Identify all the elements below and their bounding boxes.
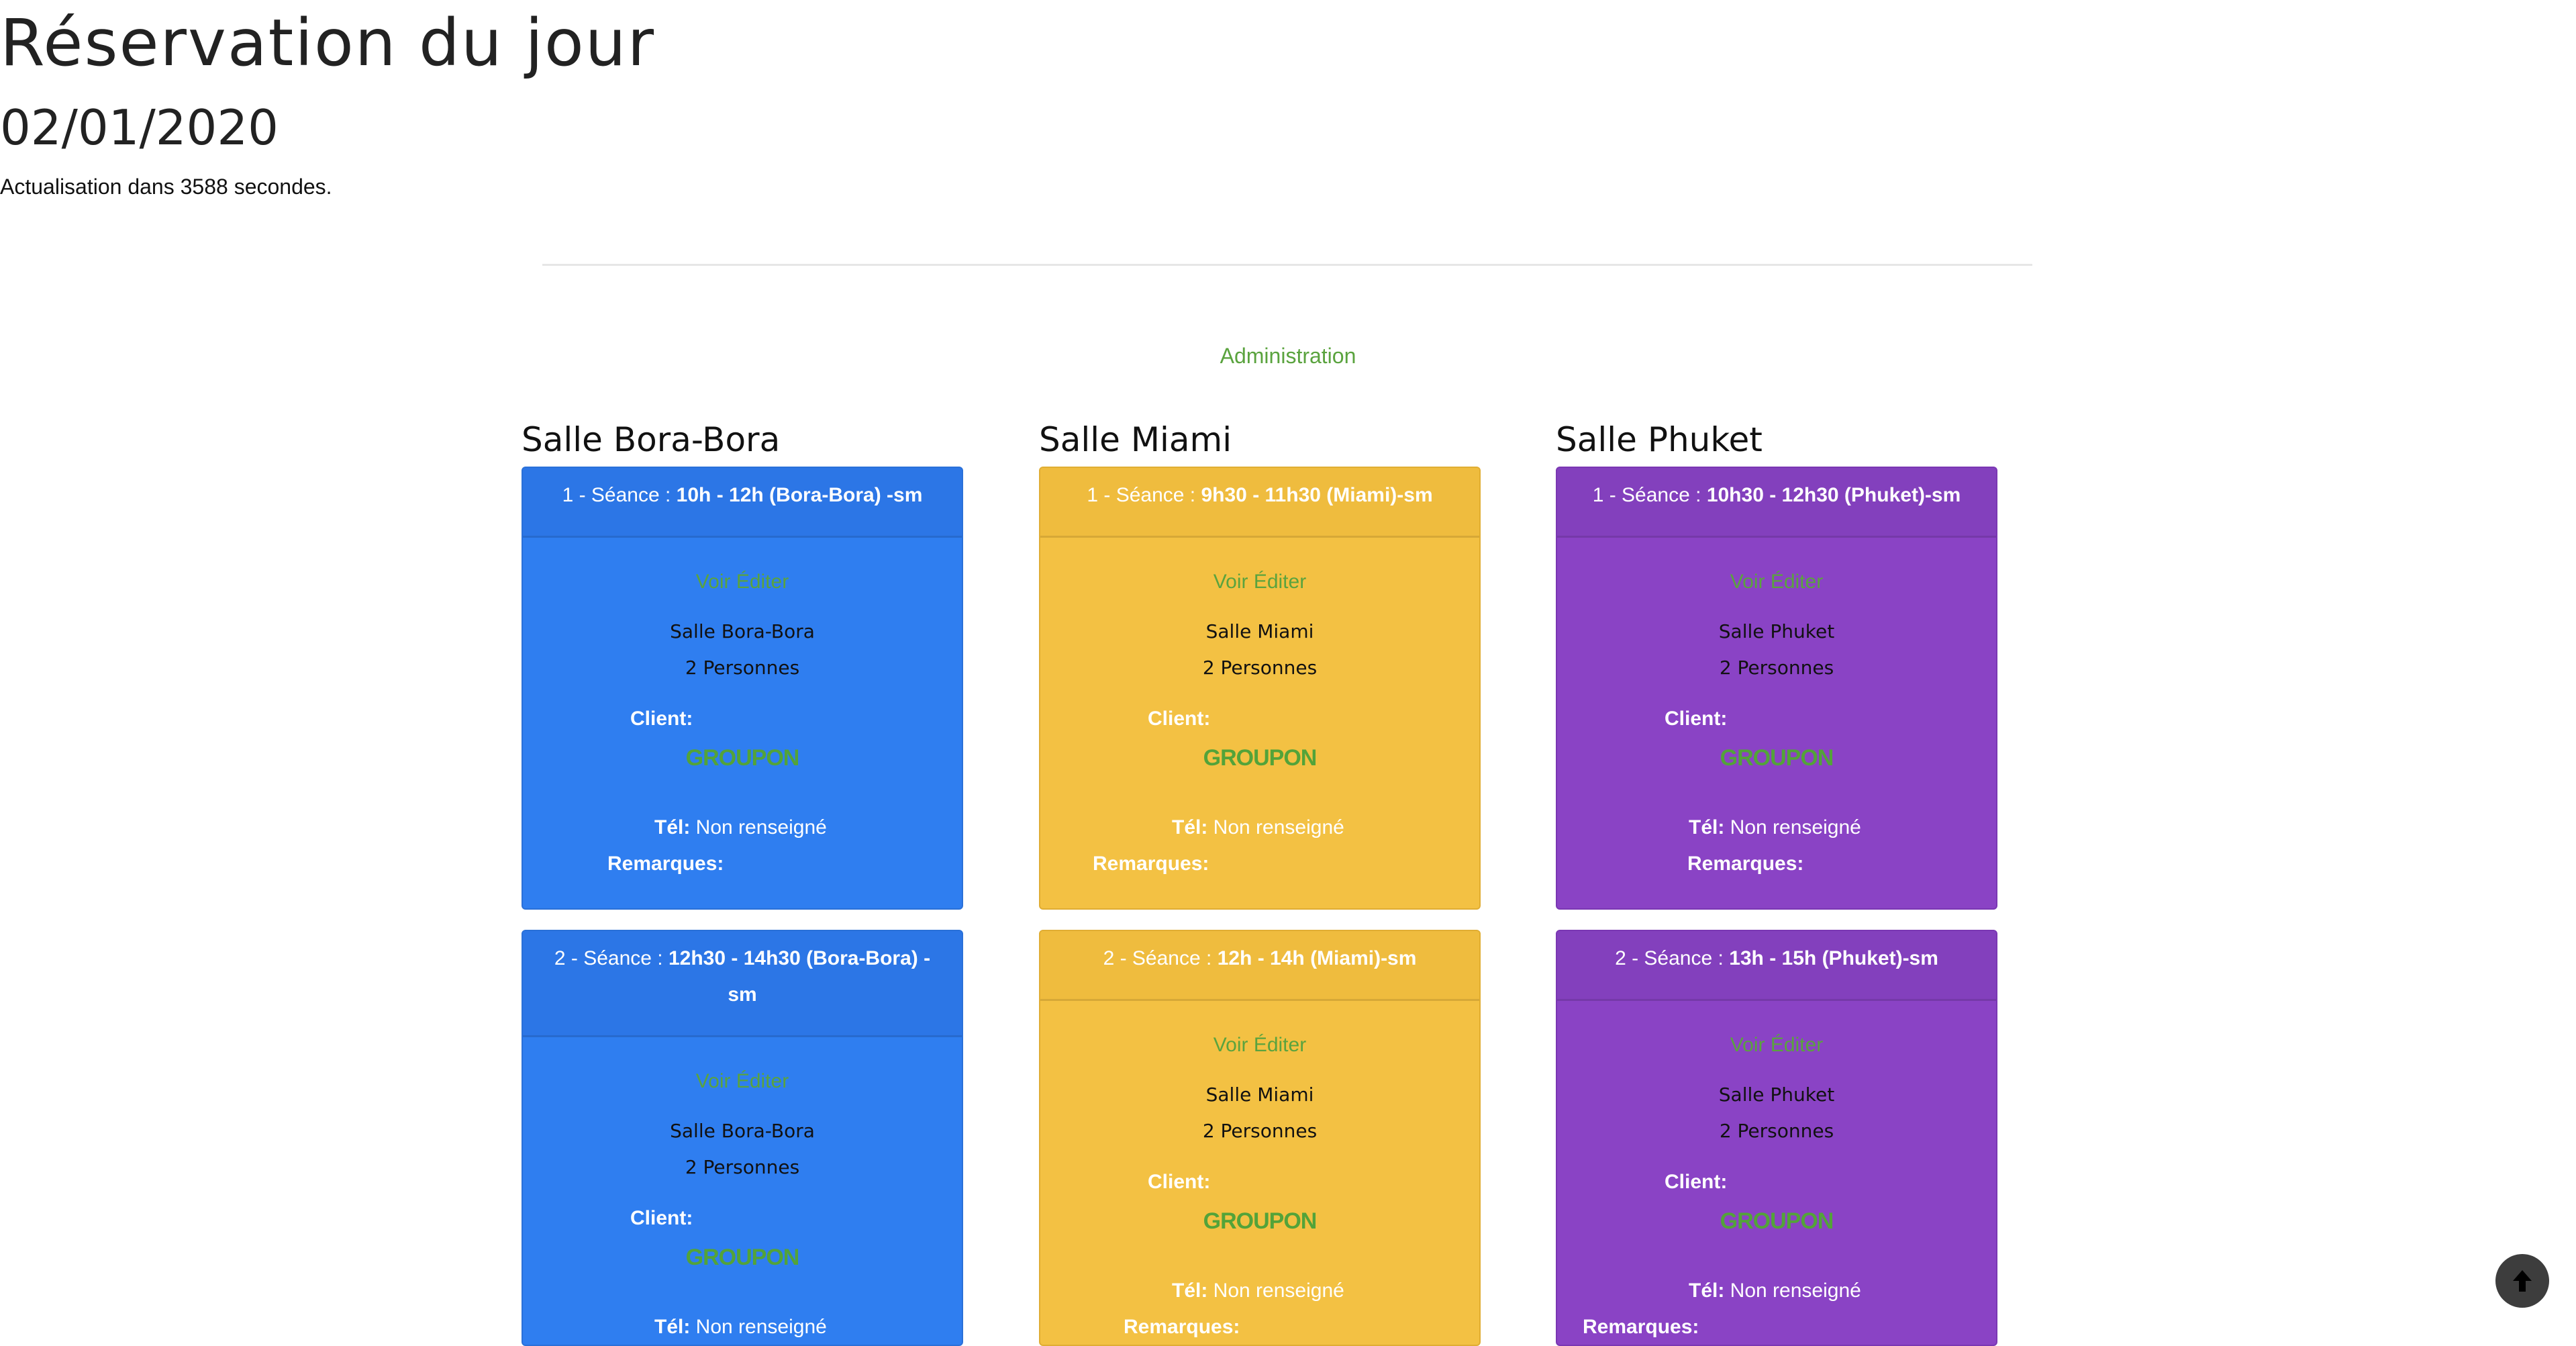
voir-editer-link[interactable]: Voir Éditer (1557, 569, 1996, 595)
session-card-bora-bora-1: 1 - Séance : 10h - 12h (Bora-Bora) -sm V… (522, 467, 963, 910)
client-label: Client: (1148, 1171, 1211, 1193)
session-room: Salle Miami (1205, 620, 1314, 642)
tel-line: Tél: Non renseigné (654, 814, 827, 841)
session-room: Salle Phuket (1718, 1084, 1835, 1106)
session-room: Salle Bora-Bora (670, 1120, 815, 1142)
groupon-logo: GROUPON (685, 745, 800, 771)
session-header: 1 - Séance : 10h30 - 12h30 (Phuket)-sm (1557, 468, 1996, 538)
session-room: Salle Miami (1205, 1084, 1314, 1106)
tel-line: Tél: Non renseigné (1172, 1278, 1344, 1304)
session-header: 1 - Séance : 10h - 12h (Bora-Bora) -sm (523, 468, 962, 538)
remarks-label: Remarques: (1687, 853, 1804, 875)
groupon-logo: GROUPON (1720, 745, 1834, 771)
client-label: Client: (630, 1207, 693, 1229)
session-card-miami-1: 1 - Séance : 9h30 - 11h30 (Miami)-sm Voi… (1039, 467, 1481, 910)
tel-line: Tél: Non renseigné (1172, 814, 1344, 841)
session-card-phuket-2: 2 - Séance : 13h - 15h (Phuket)-sm Voir … (1556, 930, 1997, 1346)
page-date: 02/01/2020 (0, 99, 279, 156)
scroll-to-top-button[interactable] (2495, 1254, 2549, 1308)
tel-value: Non renseigné (690, 816, 827, 838)
tel-line: Tél: Non renseigné (1689, 1278, 1861, 1304)
session-card-miami-2: 2 - Séance : 12h - 14h (Miami)-sm Voir É… (1039, 930, 1481, 1346)
tel-label: Tél: (654, 1316, 691, 1338)
session-prefix: 1 - Séance : (1087, 484, 1201, 506)
remarks-label: Remarques: (607, 853, 724, 875)
tel-label: Tél: (1172, 1280, 1208, 1302)
session-prefix: 1 - Séance : (562, 484, 677, 506)
voir-editer-link[interactable]: Voir Éditer (523, 569, 962, 595)
tel-label: Tél: (654, 816, 691, 838)
tel-value: Non renseigné (1207, 816, 1344, 838)
session-slot: 10h30 - 12h30 (Phuket)-sm (1706, 484, 1961, 506)
groupon-logo: GROUPON (685, 1245, 800, 1270)
voir-editer-link[interactable]: Voir Éditer (1557, 1032, 1996, 1059)
session-header: 1 - Séance : 9h30 - 11h30 (Miami)-sm (1040, 468, 1479, 538)
tel-line: Tél: Non renseigné (1689, 814, 1861, 841)
room-title-miami: Salle Miami (1039, 420, 1232, 459)
session-card-bora-bora-2: 2 - Séance : 12h30 - 14h30 (Bora-Bora) -… (522, 930, 963, 1346)
session-prefix: 2 - Séance : (1615, 947, 1730, 969)
tel-label: Tél: (1689, 1280, 1725, 1302)
session-slot: 13h - 15h (Phuket)-sm (1729, 947, 1938, 969)
client-label: Client: (630, 708, 693, 730)
arrow-up-icon (2513, 1270, 2532, 1292)
tel-value: Non renseigné (690, 1316, 827, 1338)
tel-value: Non renseigné (1724, 816, 1861, 838)
remarks-label: Remarques: (1583, 1316, 1699, 1338)
groupon-logo: GROUPON (1720, 1208, 1834, 1234)
groupon-logo: GROUPON (1203, 1208, 1318, 1234)
client-label: Client: (1148, 708, 1211, 730)
tel-value: Non renseigné (1724, 1280, 1861, 1302)
tel-line: Tél: Non renseigné (654, 1314, 827, 1341)
room-title-bora-bora: Salle Bora-Bora (522, 420, 781, 459)
client-label: Client: (1665, 1171, 1728, 1193)
session-prefix: 2 - Séance : (554, 947, 668, 969)
tel-value: Non renseigné (1207, 1280, 1344, 1302)
session-header: 2 - Séance : 13h - 15h (Phuket)-sm (1557, 931, 1996, 1001)
groupon-logo: GROUPON (1203, 745, 1318, 771)
session-room: Salle Bora-Bora (670, 620, 815, 642)
session-slot: 12h - 14h (Miami)-sm (1217, 947, 1417, 969)
room-title-phuket: Salle Phuket (1556, 420, 1763, 459)
remarks-label: Remarques: (1124, 1316, 1240, 1338)
session-people: 2 Personnes (1202, 657, 1318, 679)
session-room: Salle Phuket (1718, 620, 1835, 642)
session-slot: 9h30 - 11h30 (Miami)-sm (1201, 484, 1433, 506)
remarks-label: Remarques: (1093, 853, 1209, 875)
session-header: 2 - Séance : 12h30 - 14h30 (Bora-Bora) -… (523, 931, 962, 1037)
administration-link[interactable]: Administration (0, 341, 2576, 371)
session-prefix: 1 - Séance : (1592, 484, 1707, 506)
session-card-phuket-1: 1 - Séance : 10h30 - 12h30 (Phuket)-sm V… (1556, 467, 1997, 910)
session-people: 2 Personnes (1719, 657, 1834, 679)
session-people: 2 Personnes (1719, 1120, 1834, 1142)
session-slot: 10h - 12h (Bora-Bora) -sm (676, 484, 923, 506)
session-prefix: 2 - Séance : (1103, 947, 1218, 969)
client-label: Client: (1665, 708, 1728, 730)
session-people: 2 Personnes (685, 1156, 800, 1178)
session-header: 2 - Séance : 12h - 14h (Miami)-sm (1040, 931, 1479, 1001)
voir-editer-link[interactable]: Voir Éditer (523, 1068, 962, 1095)
tel-label: Tél: (1172, 816, 1208, 838)
divider (542, 264, 2032, 266)
session-people: 2 Personnes (685, 657, 800, 679)
page-title: Réservation du jour (0, 5, 656, 81)
voir-editer-link[interactable]: Voir Éditer (1040, 1032, 1479, 1059)
refresh-countdown: Actualisation dans 3588 secondes. (0, 175, 332, 199)
tel-label: Tél: (1689, 816, 1725, 838)
session-people: 2 Personnes (1202, 1120, 1318, 1142)
session-slot: 12h30 - 14h30 (Bora-Bora) -sm (668, 947, 931, 1006)
voir-editer-link[interactable]: Voir Éditer (1040, 569, 1479, 595)
